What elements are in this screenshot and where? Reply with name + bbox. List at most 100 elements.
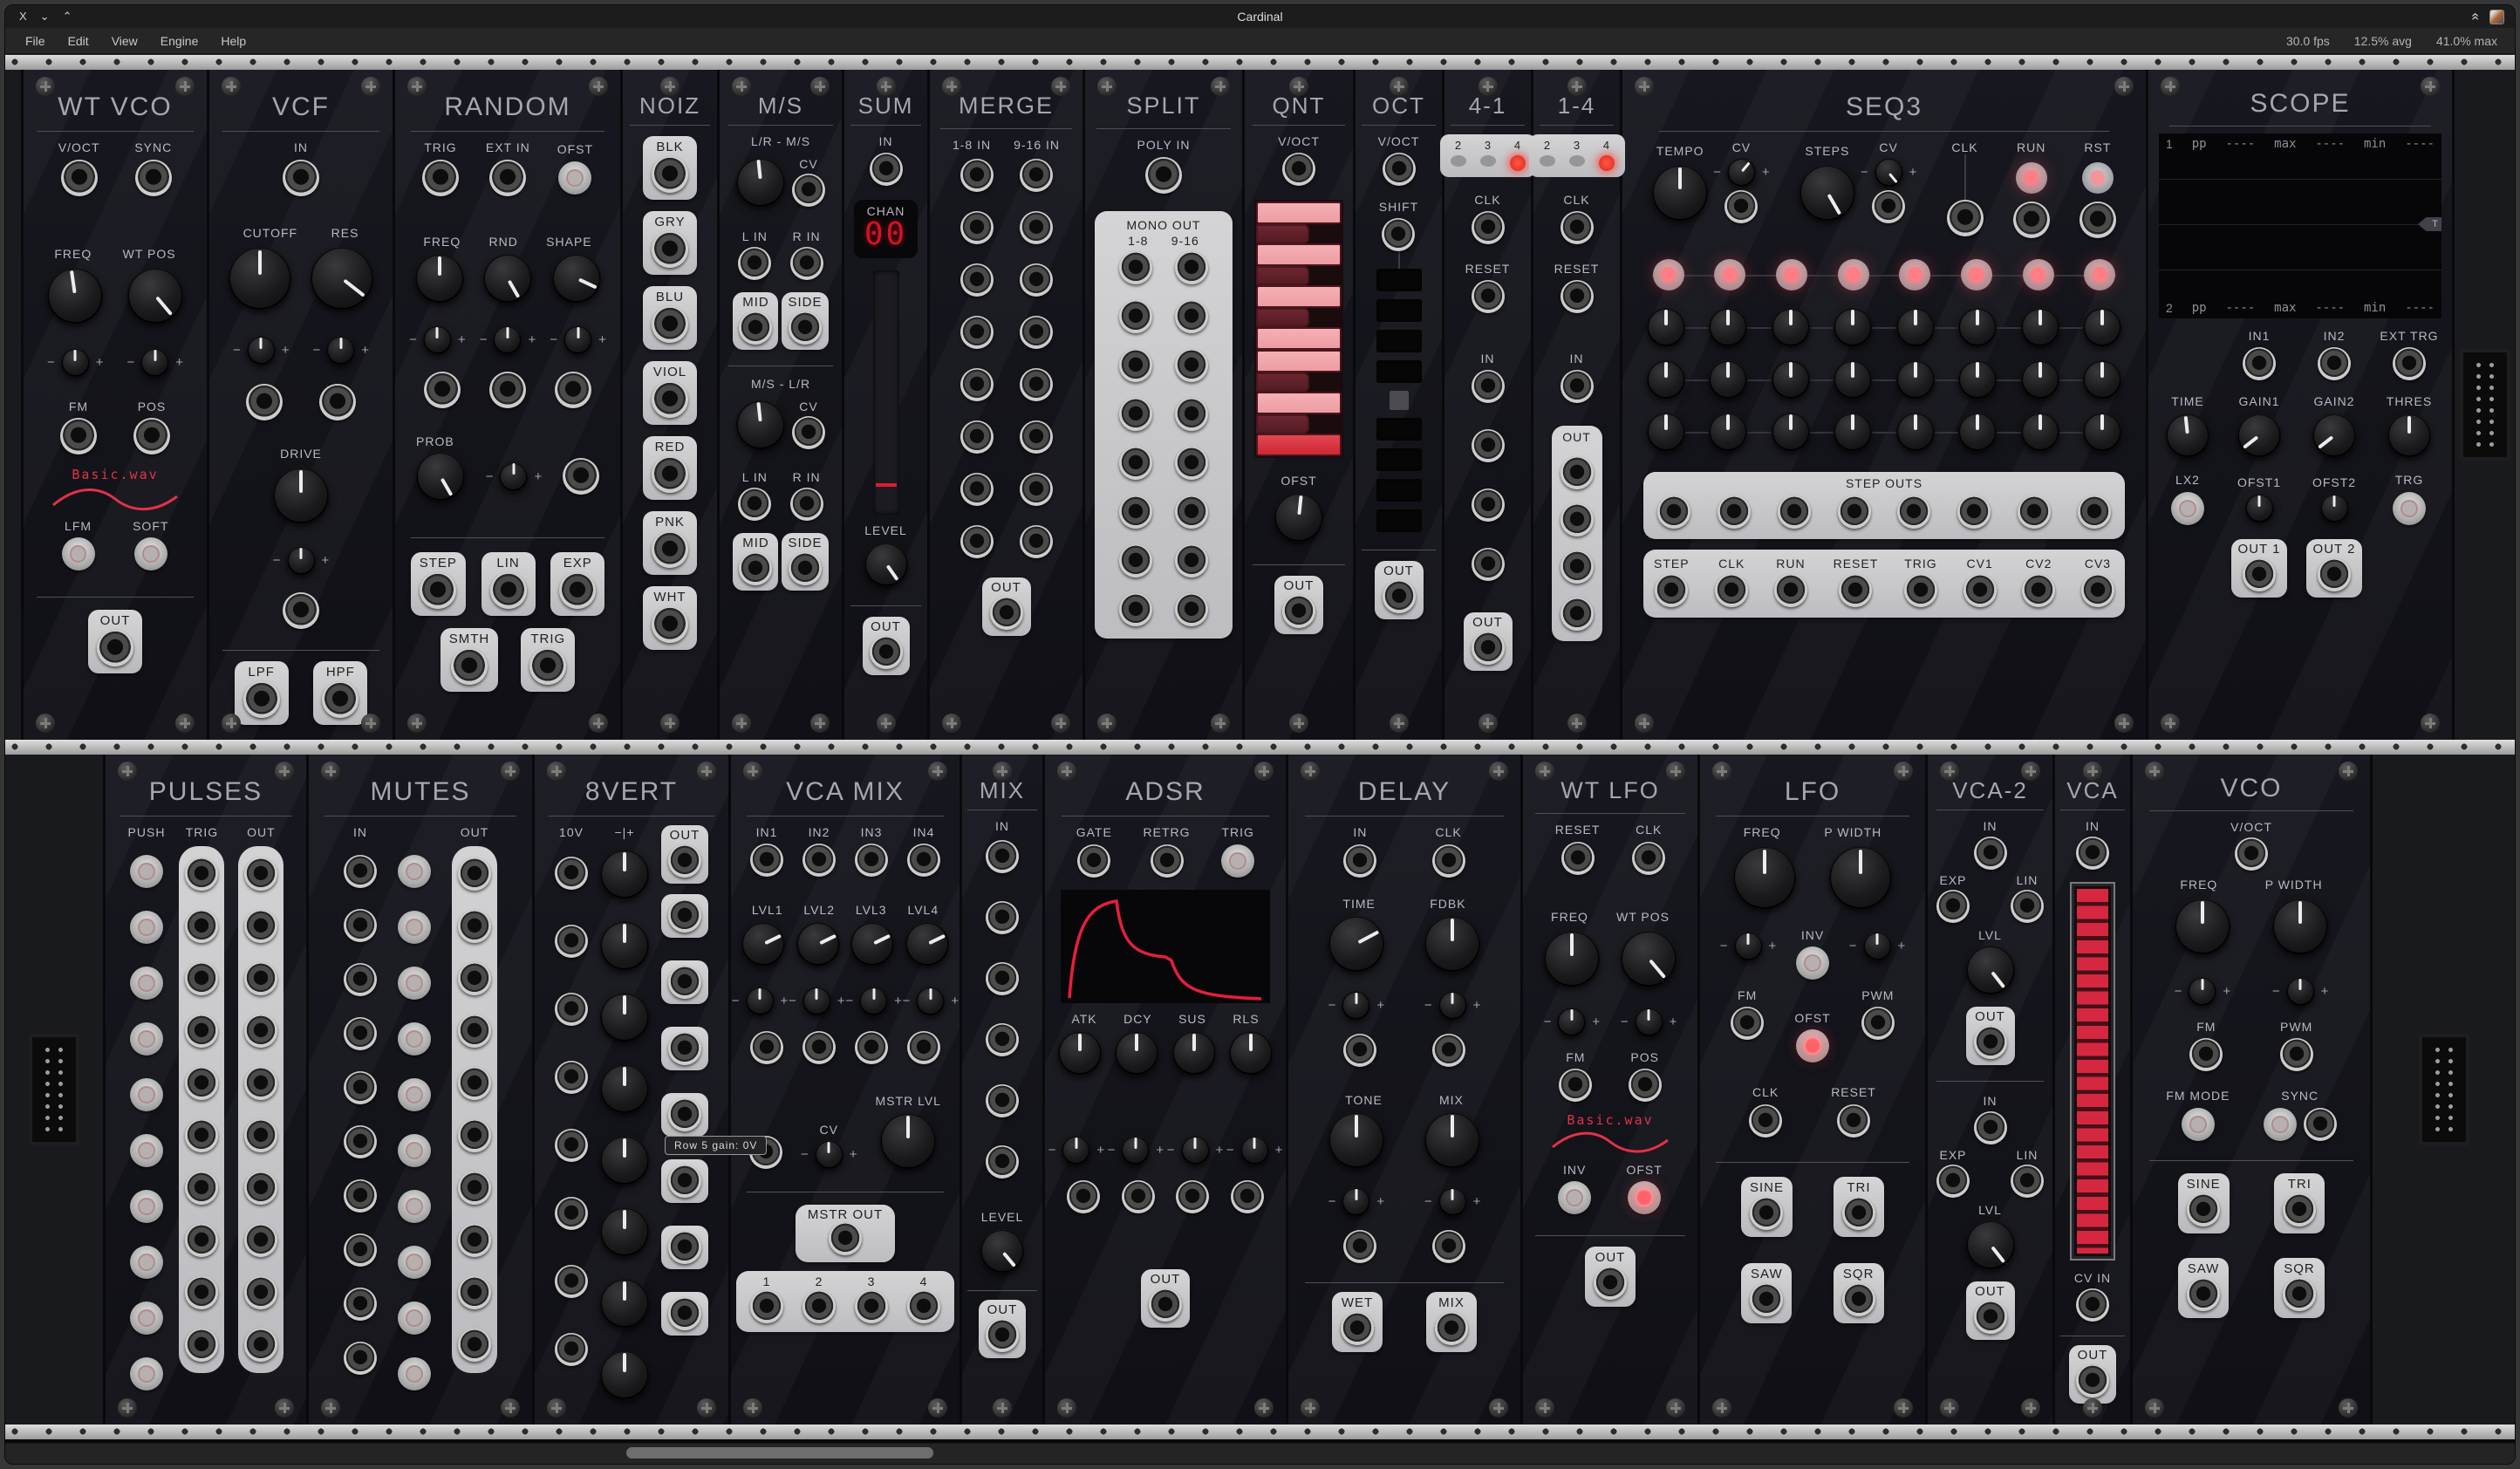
piano-key-active[interactable] [1256,434,1342,456]
shape-trim-knob[interactable] [563,325,592,354]
out-jack[interactable] [990,597,1023,630]
voct-jack[interactable] [61,160,98,196]
piano-key[interactable] [1256,285,1342,308]
freq-knob[interactable] [2175,898,2230,954]
menu-help[interactable]: Help [209,31,257,51]
out-jack[interactable] [97,630,133,666]
steps-knob[interactable] [1800,165,1855,221]
menu-file[interactable]: File [14,31,57,51]
mute-in-jack[interactable] [344,1233,377,1267]
out-jack-2[interactable] [1974,1301,2007,1334]
module-sum[interactable]: SUM IN CHAN 00 LEVEL OUT [844,70,927,740]
mix-out-jack[interactable] [1435,1312,1468,1345]
tray-chevrons-icon[interactable]: « [2468,13,2483,21]
lvl3-knob[interactable] [850,922,894,966]
reset-jack[interactable] [1560,280,1594,313]
octave-step[interactable] [1376,330,1422,352]
saw-out-jack[interactable] [2187,1278,2220,1311]
mstr-cv-trim[interactable] [815,1140,843,1169]
mute-button[interactable] [398,1246,431,1279]
tri-out-jack[interactable] [1842,1197,1875,1230]
gate-out-jack[interactable] [244,1276,277,1309]
fm-jack[interactable] [2189,1038,2223,1071]
wtpos-trim-knob[interactable] [140,348,169,377]
sync-jack[interactable] [2304,1108,2337,1141]
steps-cv-jack[interactable] [1872,190,1905,223]
mix-in-jack[interactable] [986,1145,1019,1179]
lin-out-jack[interactable] [490,572,527,609]
drive-cv-jack[interactable] [283,592,319,629]
mute-out-jack[interactable] [458,1067,491,1100]
octave-step[interactable] [1376,479,1422,502]
dcy-cv-jack[interactable] [1122,1180,1155,1213]
out-jack[interactable] [1594,1267,1627,1300]
module-noiz[interactable]: NOIZ BLK GRY BLU VIOL RED PNK WHT [623,70,717,740]
split-out-jack[interactable] [1175,398,1208,431]
freq-trim-knob[interactable] [423,325,452,354]
row-in-jack[interactable] [555,1265,588,1298]
mid-out-jack[interactable] [739,311,772,345]
atk-knob[interactable] [1058,1031,1102,1075]
row-in-jack[interactable] [555,1197,588,1230]
piano-key[interactable] [1256,327,1342,350]
gate-out-jack[interactable] [244,910,277,943]
tray-app-icon[interactable] [2489,10,2504,24]
fdbk-knob[interactable] [1424,916,1480,972]
out-jack[interactable] [1472,632,1505,665]
split-out-jack[interactable] [1119,398,1152,431]
split-out-jack[interactable] [1119,447,1152,480]
push-button[interactable] [130,911,163,944]
level-knob[interactable] [980,1229,1024,1273]
merge-in-jack[interactable] [960,159,994,192]
step-gate-button[interactable] [1899,259,1930,290]
shape-knob[interactable] [552,254,601,303]
atk-cv-jack[interactable] [1067,1180,1100,1213]
trig-out-jack[interactable] [1904,574,1937,607]
octave-step[interactable] [1376,448,1422,471]
step-gate-button[interactable] [1653,259,1684,290]
row-gain-knob[interactable] [600,1064,649,1113]
module-ms[interactable]: M/S L/R - M/S CV L IN R IN MID SIDE M/S … [720,70,842,740]
ofst-button[interactable] [1628,1181,1661,1214]
mix-in-jack[interactable] [986,1023,1019,1056]
trig-out-jack[interactable] [185,910,218,943]
push-button[interactable] [130,1022,163,1056]
sync-button[interactable] [2264,1108,2297,1141]
exp-jack-2[interactable] [1936,1165,1970,1198]
gate-out-jack[interactable] [244,1224,277,1257]
sel-4-led-active[interactable] [1510,155,1526,171]
cv4-jack[interactable] [907,1031,940,1064]
blu-out-jack[interactable] [652,306,688,343]
mute-button[interactable] [398,1302,431,1335]
pnk-out-jack[interactable] [652,531,688,568]
mute-out-jack[interactable] [458,1224,491,1257]
trig-out-jack[interactable] [529,648,566,685]
ch1-out-jack[interactable] [750,1290,783,1323]
piano-key[interactable] [1256,392,1342,414]
mute-in-jack[interactable] [344,1342,377,1375]
smth-out-jack[interactable] [451,648,488,685]
wtpos-knob[interactable] [127,268,183,324]
freq-knob[interactable] [415,254,464,303]
trig-out-jack[interactable] [185,1015,218,1048]
row-out-jack[interactable] [668,844,701,878]
trig-jack[interactable] [422,160,459,196]
time-knob[interactable] [2166,413,2209,457]
out1-jack[interactable] [2243,558,2276,591]
lrms-knob[interactable] [736,158,785,207]
trig-out-jack[interactable] [185,962,218,995]
octave-step[interactable] [1376,299,1422,322]
cv3-trim[interactable] [859,987,888,1015]
split-out-jack[interactable] [1175,251,1208,284]
tempo-knob[interactable] [1652,165,1708,221]
run-jack[interactable] [2013,202,2050,238]
split-out-jack[interactable] [1175,349,1208,382]
seq-row1-knob[interactable] [1958,308,1997,346]
mute-button[interactable] [398,1022,431,1056]
merge-in-jack[interactable] [1020,159,1053,192]
pos-jack[interactable] [133,418,170,454]
trig-out-jack[interactable] [185,1224,218,1257]
sqr-out-jack[interactable] [1842,1283,1875,1316]
out-jack[interactable] [1560,503,1594,536]
poly-in-jack[interactable] [1145,157,1182,194]
